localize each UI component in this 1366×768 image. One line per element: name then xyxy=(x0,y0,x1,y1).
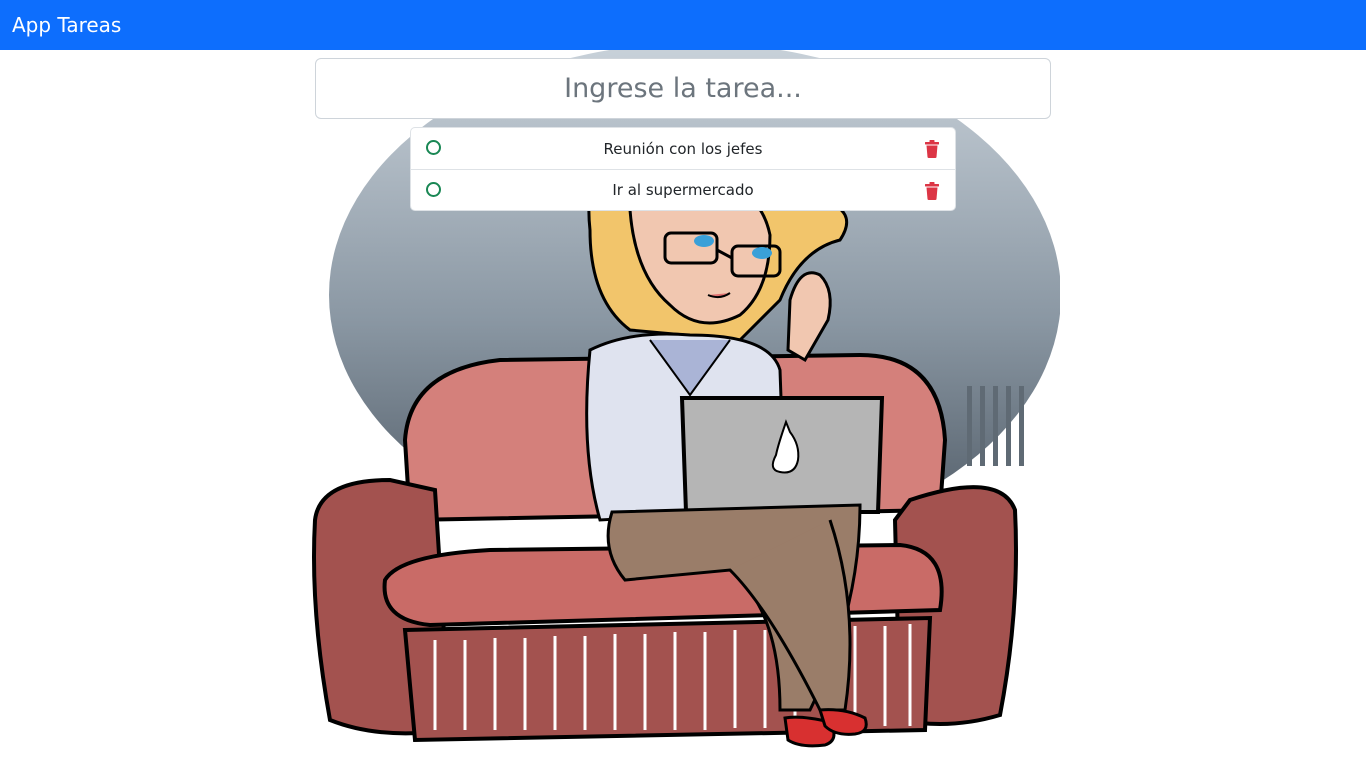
navbar: App Tareas xyxy=(0,0,1366,50)
task-input[interactable] xyxy=(315,58,1051,119)
navbar-brand[interactable]: App Tareas xyxy=(12,15,121,35)
task-list: Reunión con los jefes Ir al supermercado xyxy=(410,127,956,211)
task-text[interactable]: Ir al supermercado xyxy=(612,181,753,199)
task-item: Reunión con los jefes xyxy=(411,128,955,169)
trash-icon[interactable] xyxy=(924,182,940,200)
task-text[interactable]: Reunión con los jefes xyxy=(604,140,763,158)
circle-outline-icon[interactable] xyxy=(426,140,441,155)
task-item: Ir al supermercado xyxy=(411,169,955,210)
circle-outline-icon[interactable] xyxy=(426,182,441,197)
trash-icon[interactable] xyxy=(924,140,940,158)
